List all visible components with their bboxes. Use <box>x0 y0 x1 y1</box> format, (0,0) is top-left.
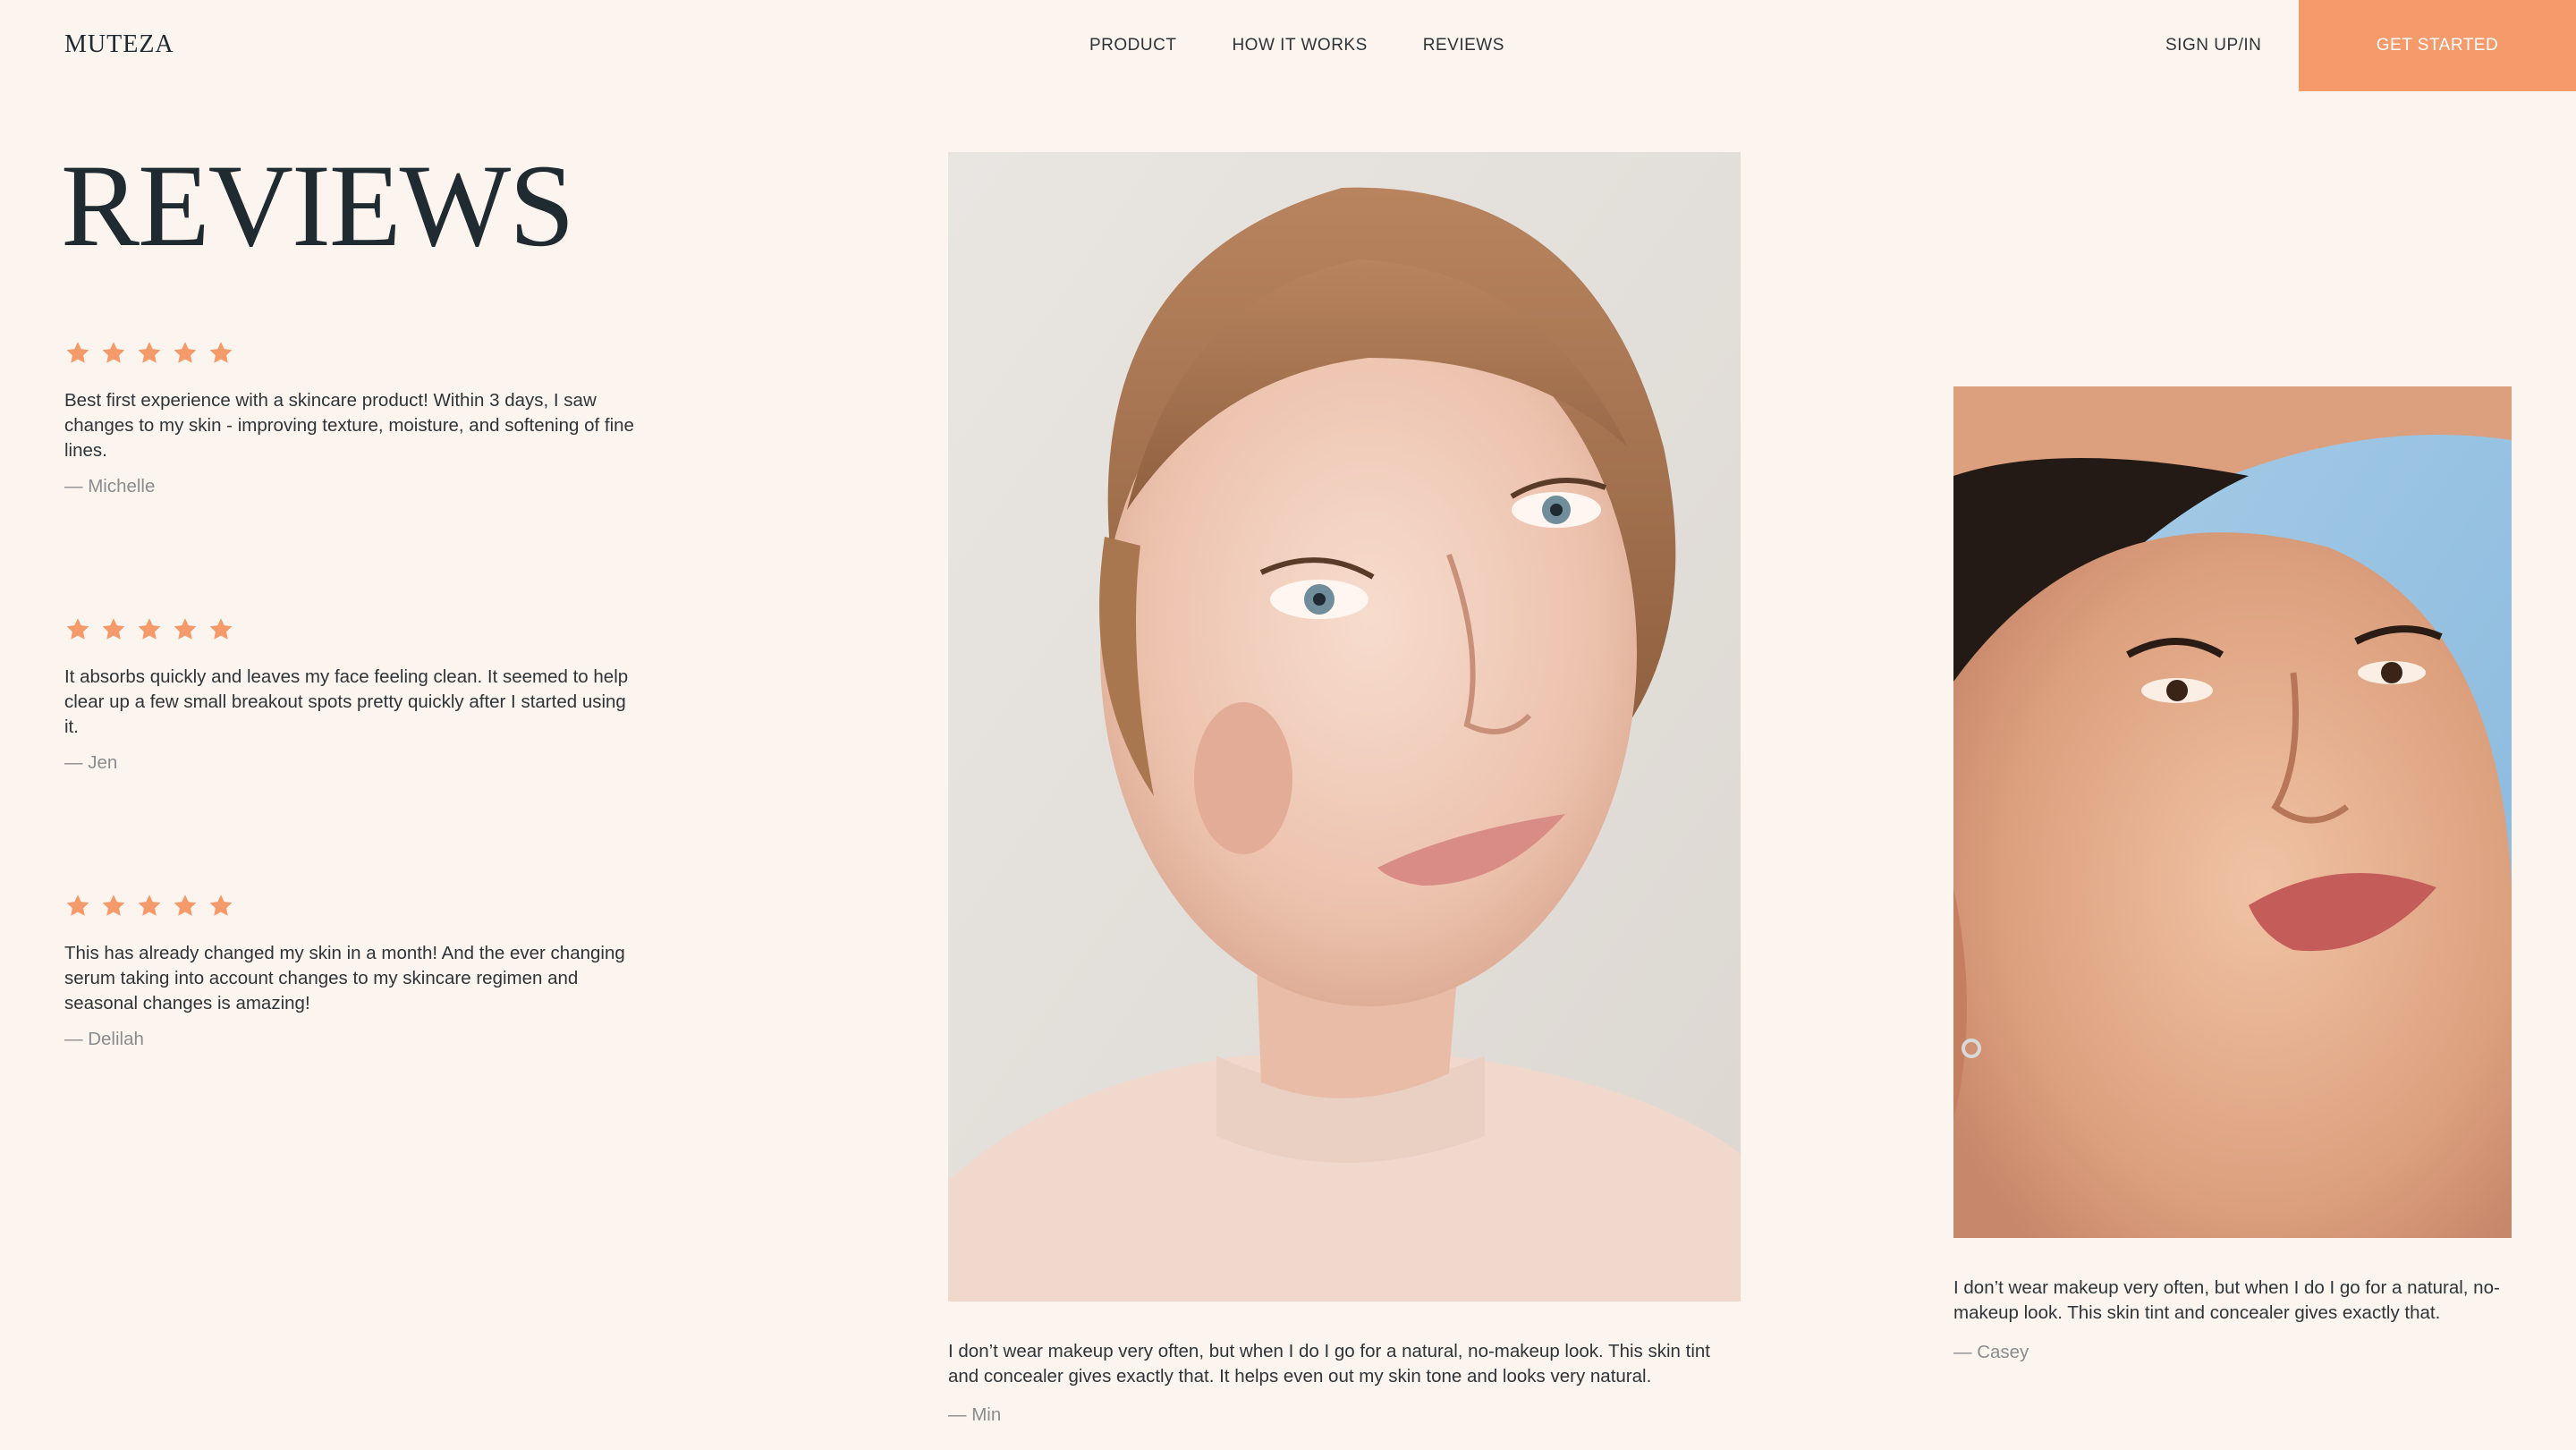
sign-up-in-link[interactable]: SIGN UP/IN <box>2165 36 2261 55</box>
star-icon <box>172 340 199 367</box>
reviewer-photo-casey <box>1953 386 2512 1238</box>
photo-review-author: — Min <box>948 1404 1002 1425</box>
review-card: This has already changed my skin in a mo… <box>64 893 637 1050</box>
star-icon <box>208 616 234 643</box>
star-icon <box>64 893 91 920</box>
review-card: It absorbs quickly and leaves my face fe… <box>64 616 637 774</box>
star-rating <box>64 340 637 369</box>
star-icon <box>172 616 199 643</box>
page-title: REVIEWS <box>61 140 575 271</box>
photo-review-text: I don’t wear makeup very often, but when… <box>948 1341 1710 1386</box>
star-rating <box>64 893 637 921</box>
star-icon <box>172 893 199 920</box>
star-icon <box>136 616 163 643</box>
review-author: — Michelle <box>64 476 156 496</box>
star-icon <box>136 340 163 367</box>
star-icon <box>208 340 234 367</box>
star-icon <box>64 616 91 643</box>
get-started-button[interactable]: GET STARTED <box>2299 0 2576 91</box>
star-icon <box>100 340 127 367</box>
star-icon <box>208 893 234 920</box>
photo-review-author: — Casey <box>1953 1342 2029 1362</box>
review-card: Best first experience with a skincare pr… <box>64 340 637 497</box>
review-text: Best first experience with a skincare pr… <box>64 390 634 461</box>
star-icon <box>100 616 127 643</box>
star-icon <box>100 893 127 920</box>
review-author: — Delilah <box>64 1029 144 1049</box>
star-icon <box>64 340 91 367</box>
nav-reviews[interactable]: REVIEWS <box>1423 36 1504 55</box>
star-icon <box>136 893 163 920</box>
star-rating <box>64 616 637 645</box>
nav-how-it-works[interactable]: HOW IT WORKS <box>1232 36 1367 55</box>
nav-product[interactable]: PRODUCT <box>1089 36 1176 55</box>
brand-logo[interactable]: MUTEZA <box>64 30 174 59</box>
photo-review-text: I don’t wear makeup very often, but when… <box>1953 1277 2500 1323</box>
review-text: This has already changed my skin in a mo… <box>64 943 625 1013</box>
reviewer-photo-min <box>948 152 1741 1302</box>
review-author: — Jen <box>64 752 118 773</box>
main-nav: PRODUCT HOW IT WORKS REVIEWS <box>1089 36 1504 55</box>
review-text: It absorbs quickly and leaves my face fe… <box>64 666 629 737</box>
